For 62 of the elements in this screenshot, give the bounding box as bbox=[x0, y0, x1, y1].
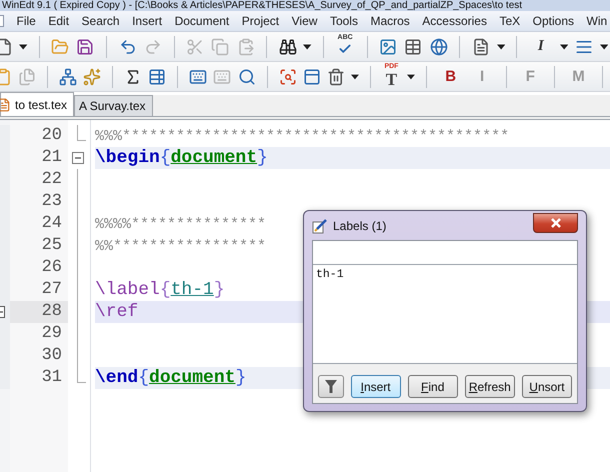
code-line: %%%******************************************* bbox=[95, 127, 510, 147]
filter-button[interactable] bbox=[318, 375, 344, 398]
filter-input-field[interactable] bbox=[313, 241, 577, 265]
code-line: \end{document} bbox=[95, 367, 246, 389]
fold-collapse-icon[interactable] bbox=[72, 152, 84, 164]
menu-item[interactable]: Project bbox=[242, 14, 280, 28]
document-icon bbox=[0, 98, 11, 112]
dropdown-arrow-icon[interactable] bbox=[303, 44, 312, 50]
dropdown-arrow-icon[interactable] bbox=[496, 44, 505, 50]
line-number: 31 bbox=[40, 367, 63, 389]
dialog-title: Labels (1) bbox=[333, 218, 386, 232]
bookmark-icon[interactable] bbox=[0, 306, 5, 318]
menu-item[interactable]: Options bbox=[532, 14, 574, 28]
line-number: 27 bbox=[40, 279, 63, 301]
line-number: 23 bbox=[40, 191, 63, 213]
close-icon bbox=[550, 218, 562, 228]
dropdown-arrow-icon[interactable] bbox=[600, 44, 608, 50]
dialog-button[interactable]: Insert bbox=[350, 375, 401, 398]
label-pen-icon bbox=[312, 218, 328, 234]
line-number: 29 bbox=[40, 323, 63, 345]
line-number: 26 bbox=[40, 257, 63, 279]
format-button[interactable]: B bbox=[436, 64, 466, 88]
menu-item[interactable]: Accessories bbox=[422, 14, 487, 28]
fold-end-line bbox=[77, 367, 86, 383]
menu-item[interactable]: View bbox=[292, 14, 318, 28]
code-line: %%%%*************** bbox=[95, 215, 266, 235]
menu-item[interactable]: Insert bbox=[132, 14, 162, 28]
dropdown-arrow-icon[interactable] bbox=[350, 74, 359, 80]
menu-item[interactable]: Search bbox=[82, 14, 120, 28]
fold-end-line bbox=[77, 125, 86, 141]
file-tab[interactable]: to test.tex bbox=[0, 92, 74, 116]
window-title: WinEdt 9.1 ( Expired Copy ) - [C:\Books & Articles\PAPER&THESES\A_Survey_of_QP_and_partialZP_Spaces\to test bbox=[1, 0, 522, 11]
menu-item[interactable]: TeX bbox=[499, 14, 520, 28]
italic-button[interactable]: I bbox=[526, 34, 556, 58]
dropdown-arrow-icon[interactable] bbox=[19, 44, 28, 50]
check-icon bbox=[338, 42, 352, 56]
close-button[interactable] bbox=[533, 212, 578, 232]
line-number: 28 bbox=[10, 301, 68, 323]
filter-icon bbox=[324, 380, 337, 393]
file-tab[interactable]: A Survay.tex bbox=[74, 95, 153, 116]
line-number: 24 bbox=[40, 213, 63, 235]
menu-item[interactable]: Macros bbox=[370, 14, 410, 28]
menu-item[interactable]: Document bbox=[174, 14, 230, 28]
code-line: \ref bbox=[95, 301, 138, 323]
menu-item[interactable]: File bbox=[16, 14, 36, 28]
line-number: 25 bbox=[40, 235, 63, 257]
line-number: 20 bbox=[40, 125, 63, 147]
menu-item[interactable]: Tools bbox=[330, 14, 358, 28]
line-number: 22 bbox=[40, 169, 63, 191]
line-number: 21 bbox=[40, 147, 63, 169]
menu-item[interactable]: Win bbox=[586, 14, 608, 28]
code-line: %%***************** bbox=[95, 237, 266, 257]
code-line: \begin{document} bbox=[95, 147, 268, 169]
dropdown-arrow-icon[interactable] bbox=[560, 44, 568, 50]
dialog-button[interactable]: Find bbox=[408, 375, 458, 398]
dialog-button[interactable]: Unsort bbox=[522, 375, 572, 398]
label-list-item[interactable]: th-1 bbox=[316, 268, 574, 281]
menu-item[interactable]: Edit bbox=[48, 14, 70, 28]
line-number: 30 bbox=[40, 345, 63, 367]
code-line: \label{th-1} bbox=[95, 279, 225, 301]
dropdown-arrow-icon[interactable] bbox=[407, 74, 416, 80]
dialog-button[interactable]: Refresh bbox=[464, 375, 515, 398]
